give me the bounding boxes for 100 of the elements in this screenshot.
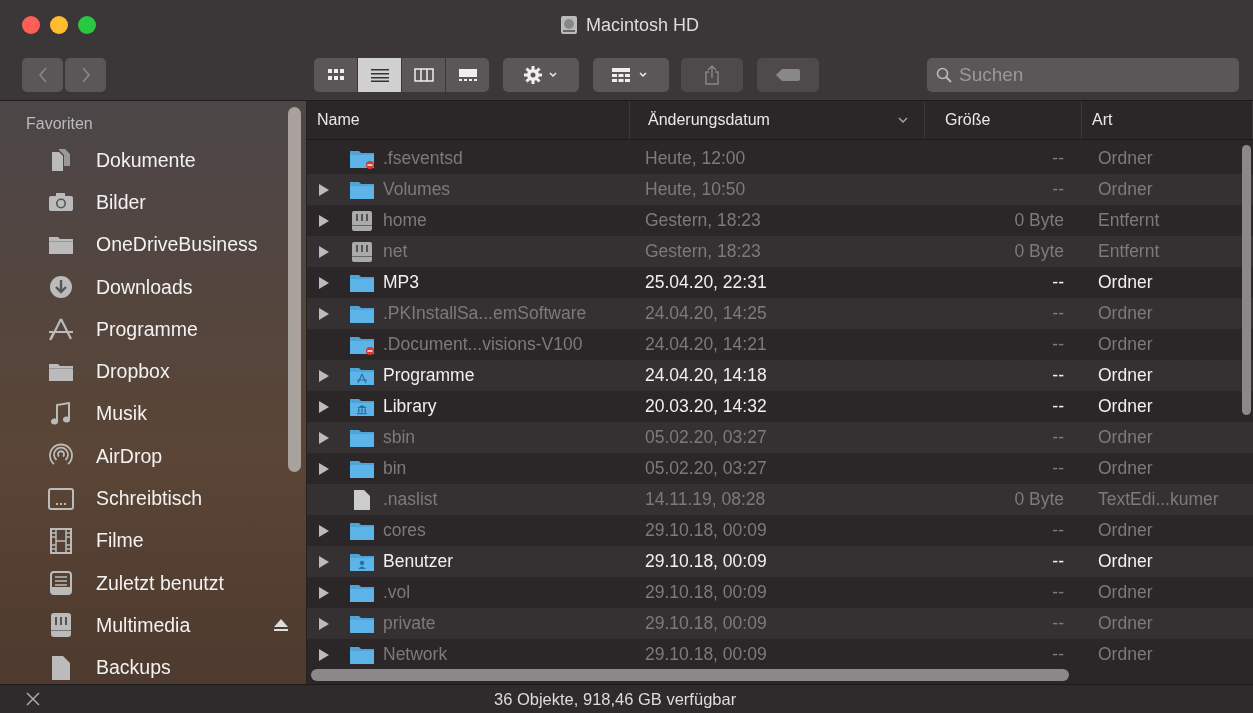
file-size: -- [1052,396,1064,417]
column-header[interactable]: Name [307,101,630,139]
gear-icon [523,65,559,85]
disclosure-triangle-icon[interactable] [319,183,329,196]
sidebar-item[interactable]: Multimedia [96,613,191,637]
file-type: Ordner [1098,272,1153,293]
file-name[interactable]: home [383,210,427,231]
disclosure-triangle-icon[interactable] [319,307,329,320]
file-type: TextEdi...kumer [1098,489,1219,510]
modified-date: 05.02.20, 03:27 [645,427,767,448]
file-size: 0 Byte [1014,241,1064,262]
film-icon [50,527,72,554]
minimize-button[interactable] [50,16,68,34]
modified-date: 29.10.18, 00:09 [645,551,767,572]
sidebar-item[interactable]: AirDrop [96,444,163,468]
file-name[interactable]: MP3 [383,272,419,293]
sidebar-item[interactable]: Downloads [96,275,193,299]
folder-icon [349,520,375,541]
column-header[interactable]: Art [1082,101,1253,139]
file-size: -- [1052,179,1064,200]
sidebar-item[interactable]: Programme [96,317,198,341]
tray-icon [50,571,72,596]
file-type: Ordner [1098,458,1153,479]
sidebar-item[interactable]: Filme [96,529,144,553]
disclosure-triangle-icon[interactable] [319,276,329,289]
file-size: 0 Byte [1014,210,1064,231]
columns-icon [413,68,434,82]
disclosure-triangle-icon[interactable] [319,214,329,227]
disclosure-triangle-icon[interactable] [319,586,329,599]
grid-icon [326,68,345,82]
restricted-folder-icon [349,334,375,355]
file-name[interactable]: Benutzer [383,551,454,572]
modified-date: 29.10.18, 00:09 [645,644,767,665]
folder-icon [349,644,375,665]
disclosure-triangle-icon[interactable] [319,245,329,258]
list-view-button[interactable] [358,58,401,92]
sidebar-item[interactable]: Zuletzt benutzt [96,571,224,595]
columns-view-button[interactable] [402,58,445,92]
modified-date: 24.04.20, 14:25 [645,303,767,324]
folder-icon [48,361,74,382]
gallery-view-button[interactable] [446,58,489,92]
column-header[interactable]: Größe [925,101,1082,139]
modified-date: 05.02.20, 03:27 [645,458,767,479]
eject-icon[interactable] [274,619,288,632]
sidebar-item[interactable]: Musik [96,402,147,426]
file-type: Ordner [1098,365,1153,386]
modified-date: 25.04.20, 22:31 [645,272,767,293]
vertical-scrollbar-thumb[interactable] [1242,145,1251,415]
file-type: Entfernt [1098,241,1160,262]
file-type: Ordner [1098,520,1153,541]
sidebar-heading: Favoriten [26,115,94,133]
hard-drive-icon [559,15,578,35]
file-size: -- [1052,303,1064,324]
sidebar-item[interactable]: Bilder [96,190,146,214]
search-icon [936,67,952,83]
folder-icon [349,272,375,293]
sidebar-item[interactable]: Dokumente [96,148,196,172]
sidebar-item[interactable]: Dropbox [96,360,170,384]
group-menu-button[interactable] [593,58,669,92]
disclosure-triangle-icon[interactable] [319,369,329,382]
sidebar-item[interactable]: Backups [96,656,171,680]
file-name[interactable]: .vol [383,582,411,603]
user-folder-icon [349,551,375,572]
chevron-left-icon [37,66,48,84]
sidebar-item[interactable]: Schreibtisch [96,487,203,510]
close-button[interactable] [22,16,40,34]
file-icon [51,654,71,681]
zoom-button[interactable] [78,16,96,34]
search-field[interactable]: Suchen [927,58,1239,92]
action-menu-button[interactable] [503,58,579,92]
icons-view-button[interactable] [314,58,357,92]
disclosure-triangle-icon[interactable] [319,648,329,661]
disclosure-triangle-icon[interactable] [319,524,329,537]
sidebar-item[interactable]: OneDriveBusiness [96,233,258,257]
file-name[interactable]: .Document...visions-V100 [383,334,583,355]
tag-button[interactable] [757,58,819,92]
folder-icon [349,582,375,603]
file-type: Ordner [1098,396,1153,417]
file-type: Ordner [1098,613,1153,634]
share-icon [704,65,720,85]
library-folder-icon [349,396,375,417]
modified-date: 29.10.18, 00:09 [645,613,767,634]
scrollbar-thumb[interactable] [288,107,301,472]
chevron-right-icon [80,66,91,84]
disclosure-triangle-icon[interactable] [319,462,329,475]
apps-icon [47,317,75,342]
column-header[interactable]: Änderungsdatum [630,101,925,139]
file-type: Entfernt [1098,210,1160,231]
file-size: -- [1052,551,1064,572]
disclosure-triangle-icon[interactable] [319,617,329,630]
disclosure-triangle-icon[interactable] [319,400,329,413]
file-name[interactable]: Programme [383,365,475,386]
disclosure-triangle-icon[interactable] [319,431,329,444]
horizontal-scrollbar-thumb[interactable] [311,669,1069,681]
disclosure-triangle-icon[interactable] [319,555,329,568]
chevron-down-icon[interactable] [898,117,908,123]
modified-date: 24.04.20, 14:21 [645,334,767,355]
file-type: Ordner [1098,179,1153,200]
file-type: Ordner [1098,334,1153,355]
file-name[interactable]: Library [383,396,437,417]
